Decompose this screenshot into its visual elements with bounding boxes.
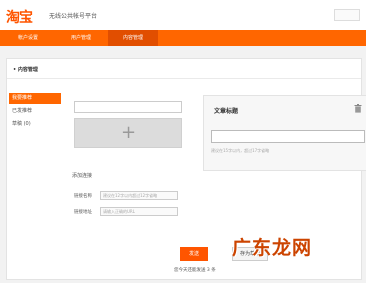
remaining-sends-text: 您今天还能发送 3 条 bbox=[174, 268, 216, 273]
editor-area: + 文章标题 建议在15字以内，超过17字省略 bbox=[65, 81, 366, 241]
article-title-hint: 建议在15字以内，超过17字省略 bbox=[211, 148, 270, 153]
sidebar-item-sent[interactable]: 已发推荐 bbox=[9, 106, 61, 117]
platform-title: 无线公共帐号平台 bbox=[49, 13, 98, 20]
account-box[interactable] bbox=[334, 9, 360, 21]
article-title-input[interactable] bbox=[211, 130, 365, 143]
sidebar-item-recommend[interactable]: 我要推荐 bbox=[9, 93, 61, 104]
link-section-title: 添加连接 bbox=[72, 173, 93, 179]
article-card: 文章标题 建议在15字以内，超过17字省略 bbox=[203, 95, 366, 171]
tab-account-settings[interactable]: 帐户设置 bbox=[4, 30, 52, 46]
tab-content-management[interactable]: 内容管理 bbox=[108, 30, 158, 46]
plus-icon: + bbox=[121, 122, 137, 143]
link-name-input[interactable]: 建议在12字以内超过12字省略 bbox=[100, 191, 178, 200]
taobao-logo[interactable]: 淘宝 bbox=[6, 7, 33, 27]
image-upload-box[interactable]: + bbox=[74, 118, 182, 148]
link-name-label: 链接名称 bbox=[74, 194, 92, 199]
tab-user-management[interactable]: 用户管理 bbox=[56, 30, 106, 46]
main-nav: 帐户设置 用户管理 内容管理 bbox=[0, 30, 366, 46]
cover-title-input[interactable] bbox=[74, 101, 182, 113]
panel-header: • 内容管理 bbox=[7, 59, 361, 79]
link-url-label: 链接地址 bbox=[74, 210, 92, 215]
link-url-input[interactable]: 请输入正确的URL bbox=[100, 207, 178, 216]
trash-icon[interactable] bbox=[354, 104, 362, 113]
send-button[interactable]: 发送 bbox=[180, 247, 208, 261]
sidebar-item-drafts[interactable]: 草稿 (0) bbox=[9, 119, 61, 130]
top-header: 淘宝 无线公共帐号平台 bbox=[0, 0, 366, 30]
article-title-label: 文章标题 bbox=[214, 108, 239, 115]
watermark: 广东龙网 bbox=[232, 237, 313, 259]
panel-title: • 内容管理 bbox=[13, 67, 38, 73]
